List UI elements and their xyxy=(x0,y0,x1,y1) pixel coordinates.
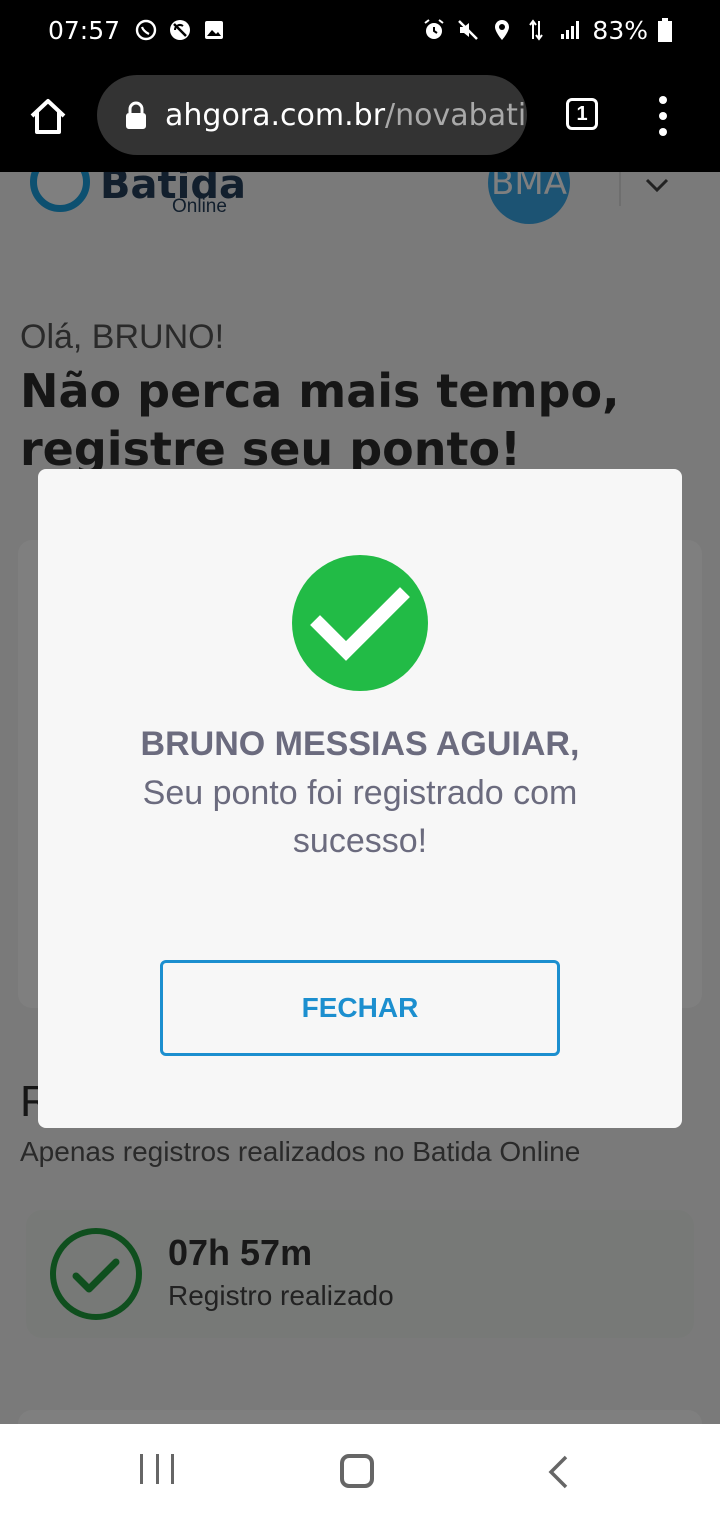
dialog-username: BRUNO MESSIAS AGUIAR, xyxy=(140,725,580,763)
url-domain: ahgora.com.br xyxy=(165,97,386,133)
whatsapp-icon xyxy=(135,19,157,41)
gallery-icon xyxy=(205,21,224,39)
home-icon[interactable] xyxy=(26,94,70,138)
address-bar[interactable]: ahgora.com.br/novabati xyxy=(97,75,527,155)
alarm-icon xyxy=(424,19,445,39)
battery-icon xyxy=(658,18,672,42)
signal-icon xyxy=(561,21,580,39)
back-icon[interactable] xyxy=(546,1454,572,1490)
mute-icon xyxy=(458,20,479,40)
success-dialog: BRUNO MESSIAS AGUIAR, Seu ponto foi regi… xyxy=(38,469,682,1128)
success-check-icon xyxy=(292,555,428,691)
lock-icon xyxy=(126,101,146,129)
dialog-message: Seu ponto foi registrado com sucesso! xyxy=(142,774,578,860)
nav-home-icon[interactable] xyxy=(340,1454,374,1488)
recent-apps-icon[interactable] xyxy=(140,1454,174,1488)
more-menu-icon[interactable] xyxy=(655,96,671,136)
status-time: 07:57 xyxy=(48,15,121,45)
system-nav-bar xyxy=(0,1424,720,1520)
status-bar: 07:57 83% xyxy=(0,0,720,60)
sync-off-icon xyxy=(170,20,191,40)
data-icon xyxy=(529,19,544,41)
tab-switcher-button[interactable]: 1 xyxy=(566,98,598,130)
browser-toolbar: ahgora.com.br/novabati 1 xyxy=(0,60,720,172)
close-button[interactable]: FECHAR xyxy=(160,960,560,1056)
battery-level: 83% xyxy=(592,15,648,45)
url-text: ahgora.com.br/novabati xyxy=(165,98,526,133)
location-icon xyxy=(495,20,510,40)
url-path: /novabati xyxy=(385,97,527,133)
